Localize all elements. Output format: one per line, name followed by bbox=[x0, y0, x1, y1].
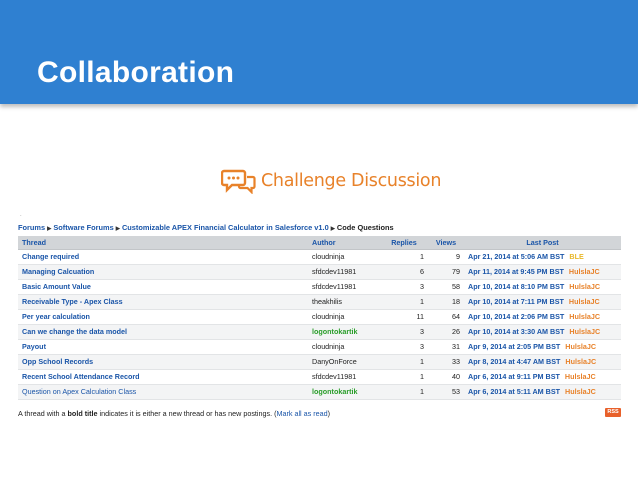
table-row: Receivable Type - Apex Class theakhilis … bbox=[18, 294, 621, 310]
last-post-user[interactable]: HulslaJC bbox=[569, 267, 600, 276]
header-replies[interactable]: Replies bbox=[380, 236, 428, 250]
replies-count: 3 bbox=[380, 324, 428, 340]
replies-count: 11 bbox=[380, 309, 428, 325]
replies-count: 1 bbox=[380, 369, 428, 385]
footer-text: A thread with a bbox=[18, 409, 68, 418]
last-post-user[interactable]: HulslaJC bbox=[565, 342, 596, 351]
thread-link[interactable]: Receivable Type - Apex Class bbox=[22, 297, 123, 306]
header-thread[interactable]: Thread bbox=[18, 236, 308, 250]
last-post-user[interactable]: HulslaJC bbox=[565, 387, 596, 396]
last-post-user[interactable]: HulslaJC bbox=[569, 297, 600, 306]
thread-link[interactable]: Can we change the data model bbox=[22, 327, 127, 336]
author-name[interactable]: sfdcdev11981 bbox=[312, 372, 356, 381]
last-post-date[interactable]: Apr 6, 2014 at 9:11 PM BST bbox=[468, 372, 560, 381]
replies-count: 1 bbox=[380, 384, 428, 400]
views-count: 53 bbox=[428, 384, 464, 400]
views-count: 31 bbox=[428, 339, 464, 355]
author-name[interactable]: logontokartik bbox=[312, 387, 358, 396]
mark-all-read-link[interactable]: Mark all as read bbox=[276, 409, 327, 418]
table-row: Payout cloudninja 3 31 Apr 9, 2014 at 2:… bbox=[18, 339, 621, 355]
last-post-user[interactable]: HulslaJC bbox=[569, 312, 600, 321]
table-row: Question on Apex Calculation Class logon… bbox=[18, 384, 621, 400]
header-views[interactable]: Views bbox=[428, 236, 464, 250]
challenge-discussion-title: Challenge Discussion bbox=[261, 171, 442, 191]
views-count: 58 bbox=[428, 279, 464, 295]
author-name[interactable]: sfdcdev11981 bbox=[312, 282, 356, 291]
author-name[interactable]: sfdcdev11981 bbox=[312, 267, 356, 276]
views-count: 79 bbox=[428, 264, 464, 280]
views-count: 26 bbox=[428, 324, 464, 340]
thread-link[interactable]: Managing Calcuation bbox=[22, 267, 94, 276]
footer-bold-text: bold title bbox=[67, 409, 98, 418]
table-row: Change required cloudninja 1 9 Apr 21, 2… bbox=[18, 249, 621, 265]
thread-table: Thread Author Replies Views Last Post Ch… bbox=[18, 236, 621, 400]
views-count: 33 bbox=[428, 354, 464, 370]
last-post-user[interactable]: HulslaJC bbox=[569, 282, 600, 291]
author-name[interactable]: logontokartik bbox=[312, 327, 358, 336]
last-post-date[interactable]: Apr 10, 2014 at 8:10 PM BST bbox=[468, 282, 564, 291]
last-post-date[interactable]: Apr 11, 2014 at 9:45 PM BST bbox=[468, 267, 564, 276]
footer-note: A thread with a bold title indicates it … bbox=[18, 409, 330, 418]
thread-link[interactable]: Opp School Records bbox=[22, 357, 93, 366]
last-post-user[interactable]: HulslaJC bbox=[569, 327, 600, 336]
tiny-mark: . bbox=[20, 212, 22, 218]
last-post-date[interactable]: Apr 10, 2014 at 7:11 PM BST bbox=[468, 297, 564, 306]
last-post-date[interactable]: Apr 10, 2014 at 3:30 AM BST bbox=[468, 327, 564, 336]
table-row: Per year calculation cloudninja 11 64 Ap… bbox=[18, 309, 621, 325]
last-post-user[interactable]: HulslaJC bbox=[565, 372, 596, 381]
thread-link[interactable]: Basic Amount Value bbox=[22, 282, 91, 291]
replies-count: 1 bbox=[380, 249, 428, 265]
table-row: Managing Calcuation sfdcdev11981 6 79 Ap… bbox=[18, 264, 621, 280]
last-post-date[interactable]: Apr 10, 2014 at 2:06 PM BST bbox=[468, 312, 564, 321]
last-post-date[interactable]: Apr 6, 2014 at 5:11 AM BST bbox=[468, 387, 560, 396]
last-post-date[interactable]: Apr 8, 2014 at 4:47 AM BST bbox=[468, 357, 560, 366]
thread-link[interactable]: Recent School Attendance Record bbox=[22, 372, 140, 381]
replies-count: 6 bbox=[380, 264, 428, 280]
footer-text: indicates it is either a new thread or h… bbox=[97, 409, 277, 418]
table-row: Can we change the data model logontokart… bbox=[18, 324, 621, 340]
thread-link[interactable]: Change required bbox=[22, 252, 79, 261]
last-post-date[interactable]: Apr 9, 2014 at 2:05 PM BST bbox=[468, 342, 560, 351]
table-row: Basic Amount Value sfdcdev11981 3 58 Apr… bbox=[18, 279, 621, 295]
last-post-user[interactable]: BLE bbox=[569, 252, 583, 261]
views-count: 9 bbox=[428, 249, 464, 265]
replies-count: 1 bbox=[380, 294, 428, 310]
replies-count: 3 bbox=[380, 339, 428, 355]
challenge-logo: Challenge Discussion bbox=[220, 168, 442, 195]
author-name[interactable]: cloudninja bbox=[312, 312, 344, 321]
table-row: Opp School Records DanyOnForce 1 33 Apr … bbox=[18, 354, 621, 370]
replies-count: 1 bbox=[380, 354, 428, 370]
thread-link[interactable]: Payout bbox=[22, 342, 46, 351]
thread-link[interactable]: Per year calculation bbox=[22, 312, 90, 321]
views-count: 64 bbox=[428, 309, 464, 325]
breadcrumb-forums[interactable]: Forums bbox=[18, 223, 45, 232]
breadcrumb-current: Code Questions bbox=[336, 223, 394, 232]
table-header-row: Thread Author Replies Views Last Post bbox=[18, 236, 621, 250]
replies-count: 3 bbox=[380, 279, 428, 295]
author-name[interactable]: theakhilis bbox=[312, 297, 342, 306]
last-post-user[interactable]: HulslaJC bbox=[565, 357, 596, 366]
breadcrumb-apex-calculator[interactable]: Customizable APEX Financial Calculator i… bbox=[122, 223, 329, 232]
thread-link[interactable]: Question on Apex Calculation Class bbox=[22, 387, 136, 396]
author-name[interactable]: cloudninja bbox=[312, 342, 344, 351]
table-row: Recent School Attendance Record sfdcdev1… bbox=[18, 369, 621, 385]
breadcrumb-arrow-icon: ▶ bbox=[115, 226, 120, 232]
rss-icon[interactable]: RSS bbox=[605, 408, 621, 417]
chat-bubbles-icon bbox=[220, 168, 257, 195]
views-count: 18 bbox=[428, 294, 464, 310]
breadcrumb: Forums ▶ Software Forums ▶ Customizable APEX… bbox=[18, 223, 618, 232]
header-last-post[interactable]: Last Post bbox=[464, 236, 621, 250]
breadcrumb-arrow-icon: ▶ bbox=[330, 226, 335, 232]
last-post-date[interactable]: Apr 21, 2014 at 5:06 AM BST bbox=[468, 252, 564, 261]
author-name[interactable]: DanyOnForce bbox=[312, 357, 357, 366]
footer-text: ) bbox=[327, 409, 331, 418]
breadcrumb-software-forums[interactable]: Software Forums bbox=[53, 223, 113, 232]
views-count: 40 bbox=[428, 369, 464, 385]
header-author[interactable]: Author bbox=[308, 236, 380, 250]
slide-title: Collaboration bbox=[37, 56, 235, 89]
author-name[interactable]: cloudninja bbox=[312, 252, 344, 261]
